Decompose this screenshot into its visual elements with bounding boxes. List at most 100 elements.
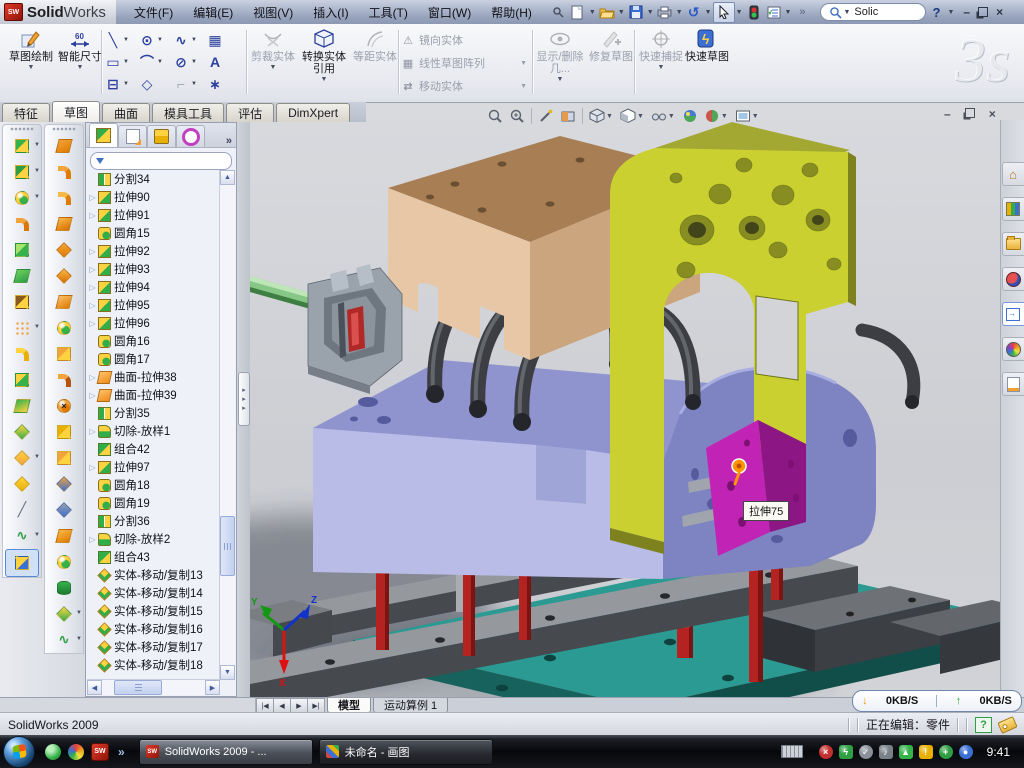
help-caret[interactable]: ▼	[947, 9, 954, 16]
tool-undercut-analysis[interactable]	[45, 497, 83, 523]
tree-item-圆角15[interactable]: 圆角15	[87, 224, 220, 242]
restore-button[interactable]	[978, 7, 988, 17]
display-style-caret[interactable]: ▼	[637, 113, 644, 120]
tab-dimxpertmanager[interactable]	[176, 125, 205, 147]
tree-item-实体-移动/复制18[interactable]: 实体-移动/复制18	[87, 656, 220, 674]
tree-item-圆角17[interactable]: 圆角17	[87, 350, 220, 368]
tool-delete-face[interactable]: ×	[45, 393, 83, 419]
print-caret[interactable]: ▼	[676, 9, 683, 16]
straight-slot-caret[interactable]: ▼	[123, 81, 129, 87]
model-clamp-gray[interactable]	[308, 264, 402, 394]
taskbar-clock[interactable]: 9:41	[987, 745, 1010, 759]
menu-2[interactable]: 视图(V)	[243, 1, 303, 24]
hide-show-items-button[interactable]: ▼	[648, 108, 679, 124]
circle-caret[interactable]: ▼	[157, 37, 163, 43]
rebuild-traffic-light-icon[interactable]	[744, 3, 764, 22]
menu-6[interactable]: 帮助(H)	[481, 1, 542, 24]
tool-offset-surface[interactable]	[45, 263, 83, 289]
options-checklist-icon[interactable]	[764, 3, 784, 22]
tray-vpn-icon[interactable]: ▲	[899, 745, 913, 759]
tool-rib[interactable]	[3, 341, 41, 367]
taskbar-button-未命名 - 画图[interactable]: 未命名 - 画图	[319, 739, 493, 765]
sketch-tool-select-entities[interactable]: ▦	[206, 29, 240, 51]
graphics-area[interactable]: X Y Z ▼▼▼▼▼ – × 拉伸75 ⌂	[250, 102, 1024, 697]
apply-scene-button[interactable]	[679, 108, 701, 124]
extruded-boss-base-caret[interactable]: ▼	[34, 142, 40, 148]
tool-instant3d[interactable]	[5, 549, 39, 577]
tray-antivirus-icon[interactable]: ϟ	[839, 745, 853, 759]
tab-propertymanager[interactable]	[118, 125, 147, 147]
fillet-caret[interactable]: ▼	[34, 194, 40, 200]
expand-arrow-icon[interactable]: ▷	[87, 283, 98, 292]
tree-item-拉伸95[interactable]: ▷拉伸95	[87, 296, 220, 314]
tree-item-拉伸93[interactable]: ▷拉伸93	[87, 260, 220, 278]
tool-move-copy-body[interactable]	[3, 419, 41, 445]
view-orientation-button[interactable]: ▼	[586, 108, 617, 124]
tool-delete-body[interactable]: ▼	[3, 445, 41, 471]
tool-combine[interactable]	[3, 367, 41, 393]
ribbon-tab-DimXpert[interactable]: DimXpert	[276, 103, 350, 122]
vertical-scroll-thumb[interactable]	[220, 516, 235, 576]
menu-1[interactable]: 编辑(E)	[183, 1, 243, 24]
sketch-tool-circle[interactable]: ⊙▼	[138, 29, 172, 51]
tool-lofted-surface[interactable]	[45, 211, 83, 237]
linear-pattern-caret[interactable]: ▼	[34, 324, 40, 330]
scroll-left-button[interactable]: ◀	[87, 680, 102, 695]
toolbar-drag-handle[interactable]	[52, 126, 76, 133]
tooling-split-caret[interactable]: ▼	[76, 610, 82, 616]
tool-curve[interactable]: ∿▼	[3, 523, 41, 549]
new-file-caret[interactable]: ▼	[589, 9, 596, 16]
tool-draft-analysis[interactable]	[45, 471, 83, 497]
tree-item-实体-移动/复制16[interactable]: 实体-移动/复制16	[87, 620, 220, 638]
tree-item-实体-移动/复制14[interactable]: 实体-移动/复制14	[87, 584, 220, 602]
close-button[interactable]: ×	[996, 6, 1003, 18]
tool-hole-wizard[interactable]	[3, 289, 41, 315]
expand-arrow-icon[interactable]: ▷	[87, 427, 98, 436]
undo-caret[interactable]: ▼	[705, 9, 712, 16]
taskpane-tab-search-results[interactable]	[1002, 267, 1024, 291]
tool-linear-pattern[interactable]: ▼	[3, 315, 41, 341]
tool-fillet-surface[interactable]	[45, 315, 83, 341]
tray-security-alert-icon[interactable]: ×	[819, 745, 833, 759]
menu-5[interactable]: 窗口(W)	[418, 1, 481, 24]
doc-tab-运动算例 1[interactable]: 运动算例 1	[373, 698, 448, 713]
undo-icon[interactable]: ↺	[684, 3, 704, 22]
tree-item-组合42[interactable]: 组合42	[87, 440, 220, 458]
toolbar-overflow-icon[interactable]: »	[792, 3, 812, 22]
doc-tab-模型[interactable]: 模型	[327, 698, 371, 713]
tool-fillet[interactable]: ▼	[3, 185, 41, 211]
tool-insert-part[interactable]	[3, 471, 41, 497]
tree-item-实体-移动/复制13[interactable]: 实体-移动/复制13	[87, 566, 220, 584]
hide-show-items-caret[interactable]: ▼	[668, 113, 675, 120]
tool-tooling-split[interactable]: ▼	[45, 601, 83, 627]
taskpane-tab-appearances-scenes[interactable]	[1002, 337, 1024, 361]
input-method-keyboard-icon[interactable]	[781, 745, 803, 758]
expand-arrow-icon[interactable]: ▷	[87, 193, 98, 202]
zoom-to-area-button[interactable]	[506, 108, 528, 124]
doc-close-button[interactable]: ×	[989, 108, 996, 120]
view-settings-button[interactable]: ▼	[701, 108, 732, 124]
messenger-quicklaunch-icon[interactable]	[45, 744, 61, 760]
taskbar-button-SolidWorks 2009 - ...[interactable]: SWSolidWorks 2009 - ...	[139, 739, 313, 765]
expand-arrow-icon[interactable]: ▷	[87, 211, 98, 220]
expand-arrow-icon[interactable]: ▷	[87, 301, 98, 310]
doc-restore-button[interactable]	[965, 108, 975, 118]
taskpane-tab-custom-properties[interactable]	[1002, 372, 1024, 396]
save-icon[interactable]	[626, 3, 646, 22]
ribbon-tab-曲面[interactable]: 曲面	[102, 103, 150, 122]
tray-health-icon[interactable]: +	[939, 745, 953, 759]
rapid-sketch-button[interactable]: ϟ 快速草图	[684, 27, 730, 97]
pin-toolbar-icon[interactable]	[548, 3, 568, 22]
tree-item-拉伸91[interactable]: ▷拉伸91	[87, 206, 220, 224]
doc-minimize-button[interactable]: –	[944, 108, 951, 120]
tool-replace-face[interactable]	[45, 419, 83, 445]
menu-4[interactable]: 工具(T)	[359, 1, 418, 24]
tree-item-实体-移动/复制15[interactable]: 实体-移动/复制15	[87, 602, 220, 620]
sketch-tool-centerpoint-arc[interactable]: ⌒▼	[138, 51, 172, 73]
spline-caret[interactable]: ▼	[191, 37, 197, 43]
tool-extruded-surface[interactable]	[45, 133, 83, 159]
tray-warning-icon[interactable]: !	[919, 745, 933, 759]
start-button[interactable]	[3, 736, 35, 768]
tree-item-圆角18[interactable]: 圆角18	[87, 476, 220, 494]
open-file-icon[interactable]	[597, 3, 617, 22]
